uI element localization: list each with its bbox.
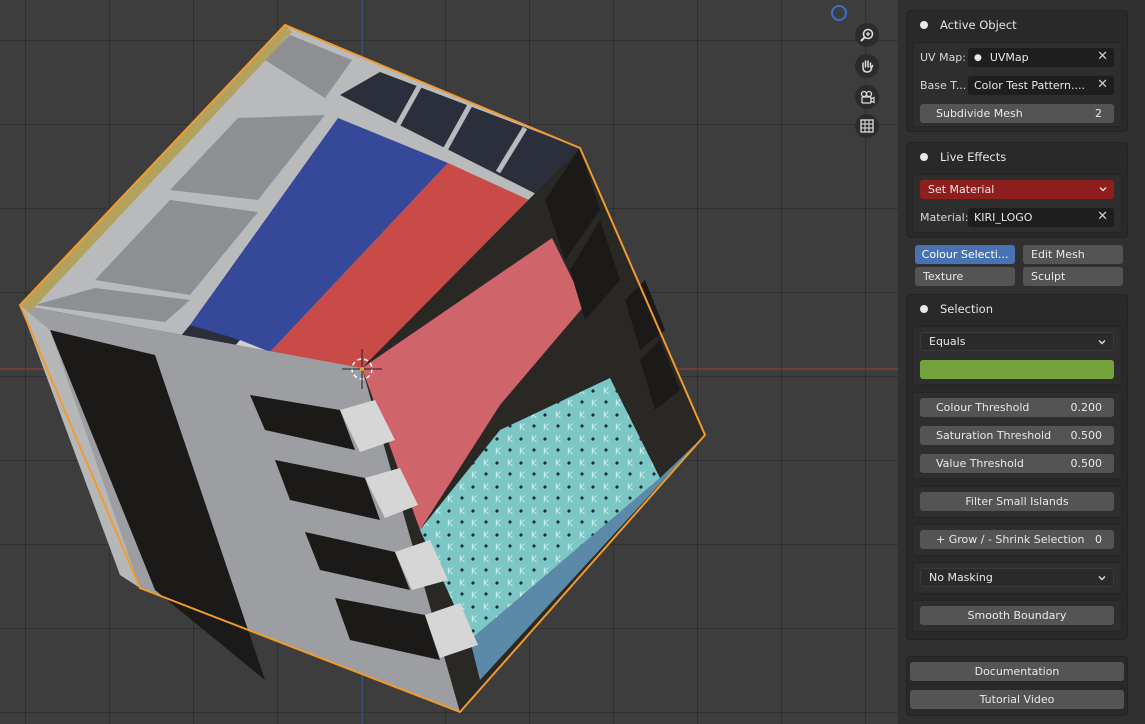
active-object-header[interactable]: Active Object [907, 12, 1127, 38]
effect-select[interactable]: Set Material [920, 180, 1114, 199]
live-effects-panel: Live Effects Set Material Material: KIRI… [906, 142, 1128, 238]
tab-sculpt-label: Sculpt [1031, 270, 1066, 283]
pan-hand-icon [862, 60, 874, 73]
effect-select-value: Set Material [928, 183, 995, 196]
documentation-button[interactable]: Documentation [910, 662, 1124, 681]
colour-swatch[interactable] [920, 360, 1114, 379]
close-icon[interactable]: ✕ [1097, 77, 1108, 92]
masking-select[interactable]: No Masking [920, 568, 1114, 587]
tutorial-video-label: Tutorial Video [979, 693, 1055, 706]
uv-map-field[interactable]: ● UVMap ✕ [968, 48, 1114, 67]
grow-shrink-box: + Grow / - Shrink Selection 0 [912, 524, 1122, 556]
threshold-box: Colour Threshold 0.200 Saturation Thresh… [912, 392, 1122, 479]
filter-small-islands-button[interactable]: Filter Small Islands [920, 492, 1114, 511]
colour-threshold-value: 0.200 [1070, 401, 1103, 414]
saturation-threshold-value: 0.500 [1070, 429, 1103, 442]
tab-colour-selection[interactable]: Colour Selecti... [915, 245, 1015, 264]
tab-edit-mesh[interactable]: Edit Mesh [1023, 245, 1123, 264]
uv-map-label: UV Map: [920, 51, 966, 64]
perspective-toggle-button[interactable] [855, 114, 879, 138]
selection-title: Selection [940, 302, 993, 316]
live-effects-header[interactable]: Live Effects [907, 144, 1127, 170]
subdivide-mesh-value: 2 [1095, 107, 1102, 120]
panel-toggle-dot[interactable] [920, 305, 928, 313]
smooth-boundary-box: Smooth Boundary [912, 600, 1122, 632]
selection-panel: Selection Equals Colour Threshold 0.200 … [906, 294, 1128, 640]
axis-gizmo-y [831, 5, 847, 21]
tab-edit-mesh-label: Edit Mesh [1031, 248, 1085, 261]
tab-sculpt[interactable]: Sculpt [1023, 267, 1123, 286]
colour-match-box: Equals [912, 326, 1122, 385]
filter-small-islands-label: Filter Small Islands [965, 495, 1069, 508]
grow-shrink-label: + Grow / - Shrink Selection [936, 533, 1085, 546]
value-threshold-label: Value Threshold [936, 457, 1024, 470]
compare-mode-select[interactable]: Equals [920, 332, 1114, 351]
material-row: Material: KIRI_LOGO ✕ [920, 208, 1114, 227]
uv-map-value: UVMap [989, 51, 1029, 64]
value-threshold-value: 0.500 [1070, 457, 1103, 470]
base-texture-field[interactable]: Color Test Pattern.... ✕ [968, 76, 1114, 95]
camera-view-button[interactable] [855, 85, 879, 109]
panel-toggle-dot[interactable] [920, 153, 928, 161]
uv-map-bullet-icon: ● [974, 52, 982, 63]
value-threshold-field[interactable]: Value Threshold 0.500 [920, 454, 1114, 473]
close-icon[interactable]: ✕ [1097, 209, 1108, 224]
grow-shrink-field[interactable]: + Grow / - Shrink Selection 0 [920, 530, 1114, 549]
base-texture-row: Base T... Color Test Pattern.... ✕ [920, 76, 1114, 95]
subdivide-mesh-field[interactable]: Subdivide Mesh 2 [920, 104, 1114, 123]
uv-map-row: UV Map: ● UVMap ✕ [920, 48, 1114, 67]
grid-icon [860, 119, 874, 133]
side-panel: Active Object UV Map: ● UVMap ✕ Base T..… [898, 0, 1145, 724]
chevron-down-icon [1098, 576, 1106, 581]
colour-threshold-field[interactable]: Colour Threshold 0.200 [920, 398, 1114, 417]
masking-box: No Masking [912, 562, 1122, 594]
tab-texture-label: Texture [923, 270, 964, 283]
documentation-label: Documentation [974, 665, 1060, 678]
saturation-threshold-label: Saturation Threshold [936, 429, 1052, 442]
material-field[interactable]: KIRI_LOGO ✕ [968, 208, 1114, 227]
active-object-title: Active Object [940, 18, 1017, 32]
smooth-boundary-button[interactable]: Smooth Boundary [920, 606, 1114, 625]
active-object-settings: UV Map: ● UVMap ✕ Base T... Color Test P… [912, 42, 1122, 127]
chevron-down-icon [1099, 187, 1107, 192]
filter-islands-box: Filter Small Islands [912, 486, 1122, 518]
masking-value: No Masking [929, 571, 993, 584]
compare-mode-value: Equals [929, 335, 966, 348]
close-icon[interactable]: ✕ [1097, 49, 1108, 64]
material-label: Material: [920, 211, 968, 224]
base-texture-value: Color Test Pattern.... [974, 79, 1085, 92]
pan-button[interactable] [855, 54, 879, 78]
saturation-threshold-field[interactable]: Saturation Threshold 0.500 [920, 426, 1114, 445]
grow-shrink-value: 0 [1095, 533, 1102, 546]
tutorial-video-button[interactable]: Tutorial Video [910, 690, 1124, 709]
base-texture-label: Base T... [920, 79, 967, 92]
material-value: KIRI_LOGO [974, 211, 1033, 224]
subdivide-mesh-label: Subdivide Mesh [936, 107, 1023, 120]
3d-viewport[interactable]: K K [0, 0, 898, 724]
camera-icon [860, 90, 875, 104]
live-effects-title: Live Effects [940, 150, 1007, 164]
tab-texture[interactable]: Texture [915, 267, 1015, 286]
panel-toggle-dot[interactable] [920, 21, 928, 29]
tab-colour-selection-label: Colour Selecti... [921, 248, 1009, 261]
zoom-icon [860, 28, 874, 42]
colour-threshold-label: Colour Threshold [936, 401, 1030, 414]
zoom-button[interactable] [855, 23, 879, 47]
active-object-panel: Active Object UV Map: ● UVMap ✕ Base T..… [906, 10, 1128, 132]
help-panel: Documentation Tutorial Video [906, 656, 1128, 716]
smooth-boundary-label: Smooth Boundary [967, 609, 1067, 622]
live-effects-settings: Set Material Material: KIRI_LOGO ✕ [912, 174, 1122, 233]
viewport-scene: K K [0, 0, 898, 724]
selection-header[interactable]: Selection [907, 296, 1127, 322]
chevron-down-icon [1098, 340, 1106, 345]
